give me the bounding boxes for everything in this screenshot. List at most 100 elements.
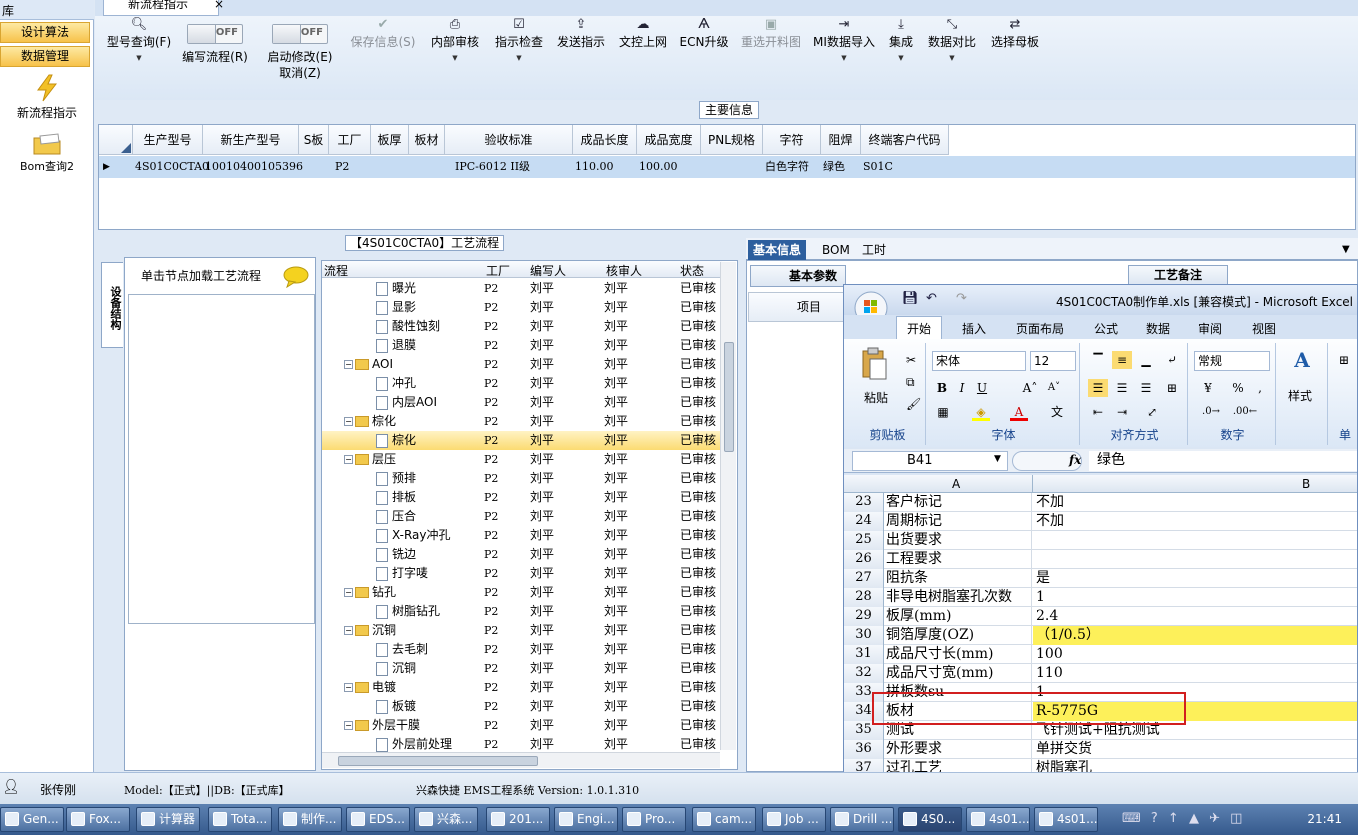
taskbar-button[interactable]: 计算器 <box>136 807 200 832</box>
tree-row[interactable]: − 电镀 P2 刘平 刘平 已审核 <box>322 678 722 697</box>
row-number[interactable]: 27 <box>844 569 884 588</box>
column-header-b[interactable]: B <box>1302 477 1310 491</box>
shrink-font-icon[interactable]: A˅ <box>1042 379 1066 397</box>
column-header[interactable]: PNL规格 <box>701 125 763 155</box>
taskbar-button[interactable]: 制作... <box>278 807 342 832</box>
collapse-icon[interactable]: − <box>344 721 353 730</box>
mi-import-button[interactable]: ⇥ MI数据导入 ▼ <box>813 16 875 100</box>
tree-row[interactable]: 退膜 P2 刘平 刘平 已审核 <box>322 336 722 355</box>
send-instruction-button[interactable]: ⇪ 发送指示 <box>555 16 607 100</box>
tree-header-factory[interactable]: 工厂 <box>486 262 510 279</box>
copy-icon[interactable]: ⧉ <box>906 375 915 390</box>
column-header[interactable]: 终端客户代码 <box>861 125 949 155</box>
tree-row[interactable]: 排板 P2 刘平 刘平 已审核 <box>322 488 722 507</box>
nav-new-flow-item[interactable]: 新流程指示 <box>0 74 94 121</box>
collapse-icon[interactable]: − <box>344 455 353 464</box>
tab-new-flow[interactable]: 新流程指示 × <box>103 0 224 16</box>
ribbon-tab-view[interactable]: 视图 <box>1252 320 1276 337</box>
column-header[interactable]: 成品长度 <box>573 125 637 155</box>
collapse-icon[interactable]: − <box>344 360 353 369</box>
tree-row[interactable]: 酸性蚀刻 P2 刘平 刘平 已审核 <box>322 317 722 336</box>
cell-a[interactable]: 工程要求 <box>886 550 1032 569</box>
tree-row[interactable]: 去毛刺 P2 刘平 刘平 已审核 <box>322 640 722 659</box>
cell-a[interactable]: 出货要求 <box>886 531 1032 550</box>
column-header[interactable]: 板材 <box>409 125 445 155</box>
grow-font-icon[interactable]: A˄ <box>1018 379 1042 397</box>
tree-row[interactable]: 曝光 P2 刘平 刘平 已审核 <box>322 279 722 298</box>
align-bottom-icon[interactable]: ▁ <box>1136 351 1156 369</box>
name-box[interactable]: B41 <box>852 451 1008 471</box>
scroll-thumb[interactable] <box>338 756 538 766</box>
column-header[interactable]: 成品宽度 <box>637 125 701 155</box>
ribbon-tab-home[interactable]: 开始 <box>896 316 943 339</box>
cell-a[interactable]: 客户标记 <box>886 493 1032 512</box>
data-compare-button[interactable]: ⤡ 数据对比 ▼ <box>927 16 977 100</box>
table-cell[interactable]: IPC-6012 II级 <box>455 156 530 178</box>
tree-row[interactable]: 沉铜 P2 刘平 刘平 已审核 <box>322 659 722 678</box>
cell-b[interactable]: 100 <box>1033 645 1357 664</box>
tree-header-writer[interactable]: 编写人 <box>530 262 566 279</box>
cell-a[interactable]: 非导电树脂塞孔次数 <box>886 588 1032 607</box>
increase-indent-icon[interactable]: ⇥ <box>1112 403 1132 421</box>
cell-a[interactable]: 成品尺寸长(mm) <box>886 645 1032 664</box>
orientation-icon[interactable]: ⤢ <box>1140 403 1164 421</box>
align-top-icon[interactable]: ▔ <box>1088 351 1108 369</box>
toggle-switch[interactable]: OFF <box>272 24 328 44</box>
border-icon[interactable]: ▦ <box>934 403 952 421</box>
taskbar-button[interactable]: 4S0... <box>898 807 962 832</box>
taskbar-button[interactable]: EDS... <box>346 807 410 832</box>
tree-row[interactable]: − 棕化 P2 刘平 刘平 已审核 <box>322 412 722 431</box>
collapse-icon[interactable]: − <box>344 683 353 692</box>
insert-function-icon[interactable]: fx <box>1069 453 1081 467</box>
tree-row[interactable]: − AOI P2 刘平 刘平 已审核 <box>322 355 722 374</box>
column-header[interactable]: 新生产型号 <box>203 125 299 155</box>
cut-icon[interactable]: ✂ <box>906 353 916 367</box>
styles-icon[interactable]: A <box>1288 350 1316 370</box>
align-right-icon[interactable]: ☰ <box>1136 379 1156 397</box>
styles-label[interactable]: 样式 <box>1288 387 1312 404</box>
align-left-icon[interactable]: ☰ <box>1088 379 1108 397</box>
tab-work-hours[interactable]: 工时 <box>862 240 886 260</box>
basic-params-header[interactable]: 基本参数 <box>750 265 846 287</box>
scroll-thumb[interactable] <box>724 342 734 452</box>
table-cell[interactable]: S01C <box>863 156 893 178</box>
format-painter-icon[interactable]: 🖌︎ <box>906 397 921 411</box>
undo-icon[interactable]: ↶ <box>926 291 937 306</box>
taskbar-button[interactable]: Gen... <box>0 807 64 832</box>
cell-a[interactable]: 成品尺寸宽(mm) <box>886 664 1032 683</box>
clock[interactable]: 21:41 <box>1307 812 1342 826</box>
upload-online-button[interactable]: ☁ 文控上网 <box>617 16 669 100</box>
tree-row[interactable]: 压合 P2 刘平 刘平 已审核 <box>322 507 722 526</box>
cell-b[interactable]: 1 <box>1033 588 1357 607</box>
cell-b[interactable]: 2.4 <box>1033 607 1357 626</box>
column-header[interactable]: 阻焊 <box>821 125 861 155</box>
taskbar-button[interactable]: Engi... <box>554 807 618 832</box>
tree-vertical-scrollbar[interactable] <box>720 262 736 750</box>
tree-horizontal-scrollbar[interactable] <box>322 752 720 768</box>
table-cell[interactable]: 绿色 <box>823 156 845 178</box>
tree-row[interactable]: − 层压 P2 刘平 刘平 已审核 <box>322 450 722 469</box>
formula-input[interactable]: 绿色 <box>1089 451 1357 471</box>
row-number[interactable]: 30 <box>844 626 884 645</box>
align-center-icon[interactable]: ☰ <box>1112 379 1132 397</box>
taskbar-button[interactable]: Drill ... <box>830 807 894 832</box>
edit-flow-toggle[interactable]: OFF 编写流程(R) <box>179 16 251 100</box>
row-number[interactable]: 23 <box>844 493 884 512</box>
tab-basic-info[interactable]: 基本信息 <box>748 240 807 260</box>
tree-row[interactable]: − 外层干膜 P2 刘平 刘平 已审核 <box>322 716 722 735</box>
cell-b[interactable]: 110 <box>1033 664 1357 683</box>
column-header-a[interactable]: A <box>952 477 960 491</box>
nav-bom-query-item[interactable]: Bom查询2 <box>0 132 94 174</box>
ribbon-tab-insert[interactable]: 插入 <box>962 320 986 337</box>
paste-icon[interactable] <box>860 347 888 381</box>
toggle-switch[interactable]: OFF <box>187 24 243 44</box>
phonetic-icon[interactable]: 文 <box>1046 403 1068 421</box>
font-size-select[interactable]: 12 <box>1030 351 1076 371</box>
tree-row[interactable]: 铣边 P2 刘平 刘平 已审核 <box>322 545 722 564</box>
tab-close-icon[interactable]: × <box>214 0 224 12</box>
tree-header-flow[interactable]: 流程 <box>324 262 348 279</box>
tree-row[interactable]: 树脂钻孔 P2 刘平 刘平 已审核 <box>322 602 722 621</box>
ribbon-tab-review[interactable]: 审阅 <box>1198 320 1222 337</box>
row-number[interactable]: 24 <box>844 512 884 531</box>
ribbon-tab-page-layout[interactable]: 页面布局 <box>1016 320 1064 337</box>
